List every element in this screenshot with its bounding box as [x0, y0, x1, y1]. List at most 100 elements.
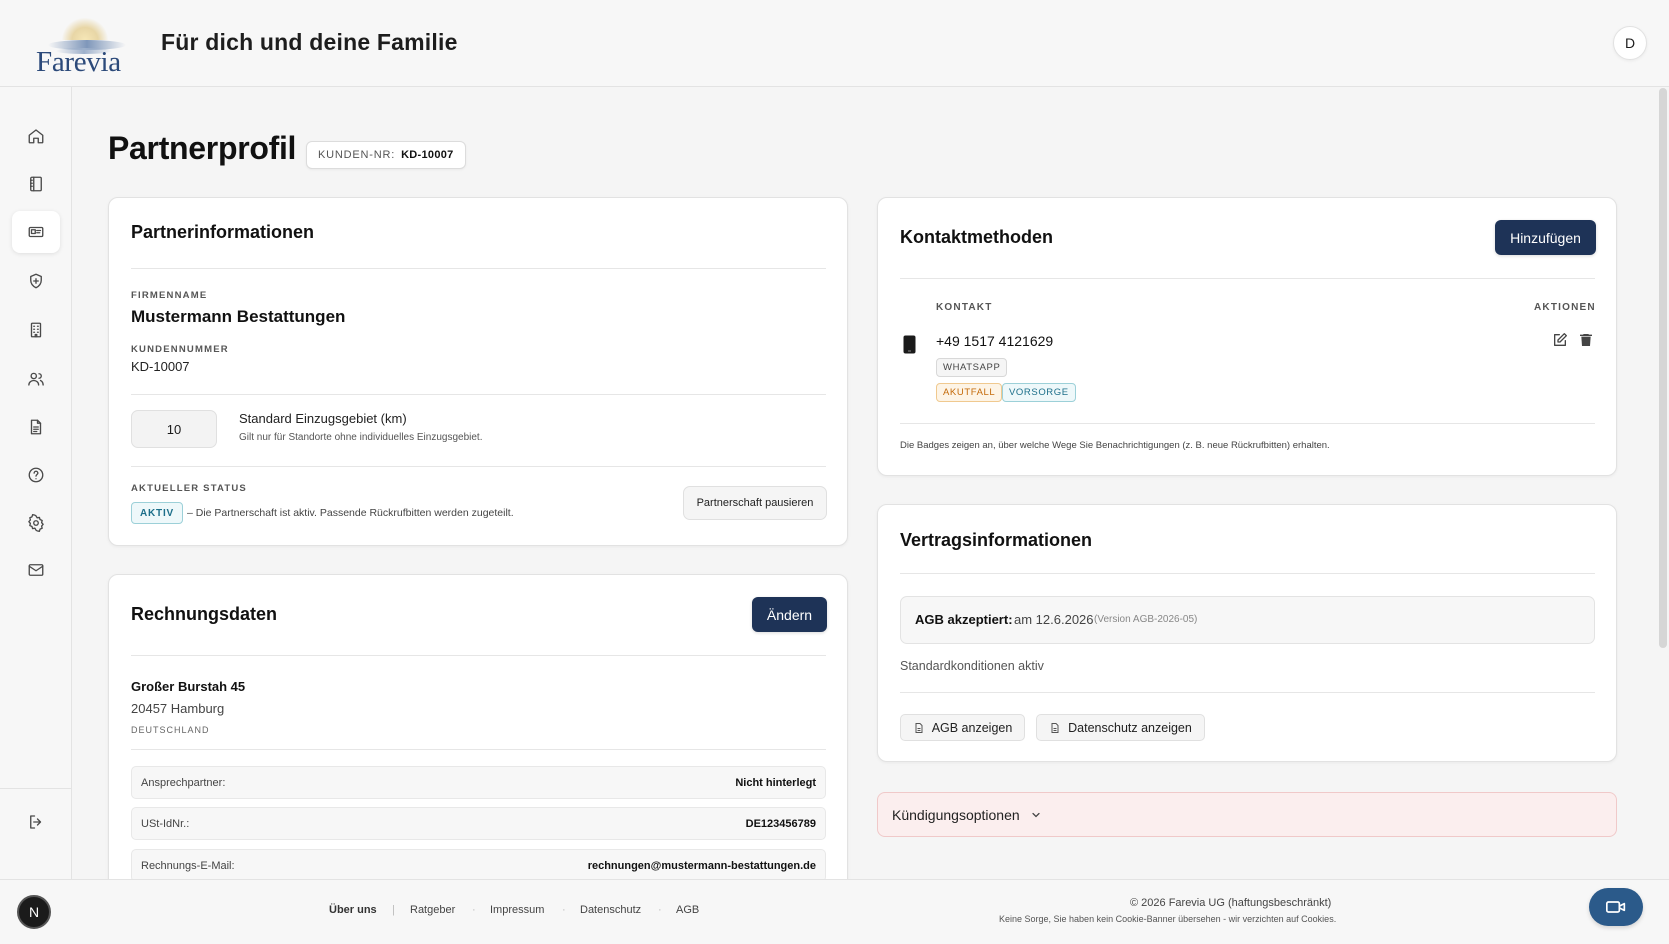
footer-separator: · — [472, 904, 476, 916]
id-card-icon — [28, 226, 44, 238]
sidebar-item-messages[interactable] — [12, 549, 60, 591]
billing-row-invoice-email: Rechnungs-E-Mail: rechnungen@mustermann-… — [131, 849, 826, 882]
company-name-value: Mustermann Bestattungen — [131, 307, 346, 326]
delete-contact-button[interactable] — [1578, 332, 1596, 350]
billing-row-value: DE123456789 — [745, 818, 816, 830]
partner-info-title: Partnerinformationen — [131, 222, 315, 242]
radius-input[interactable]: 10 — [131, 410, 217, 448]
sidebar-item-locations[interactable] — [12, 309, 60, 351]
tag-acute-case: AKUTFALL — [936, 383, 1003, 402]
radius-title: Standard Einzugsgebiet (km) — [239, 411, 407, 426]
show-privacy-label: Datenschutz anzeigen — [1068, 720, 1192, 735]
sidebar-item-settings[interactable] — [12, 502, 60, 544]
video-camera-icon — [1606, 901, 1626, 913]
logo-wordmark: Farevia — [36, 46, 121, 78]
footer: N Über uns | Ratgeber · Impressum · Date… — [0, 879, 1669, 944]
agb-accepted-label: AGB akzeptiert: — [915, 612, 1013, 627]
agb-version: (Version AGB-2026-05) — [1094, 614, 1198, 625]
sidebar-item-book[interactable] — [12, 163, 60, 205]
footer-separator: · — [658, 904, 662, 916]
agb-accepted-date: am 12.6.2026 — [1014, 612, 1094, 627]
billing-row-label: Ansprechpartner: — [141, 777, 226, 789]
footer-link-guide[interactable]: Ratgeber — [410, 904, 455, 916]
show-agb-label: AGB anzeigen — [931, 720, 1013, 735]
billing-street: Großer Burstah 45 — [131, 679, 246, 694]
sidebar-item-help[interactable] — [12, 454, 60, 496]
customer-number-value: KD-10007 — [131, 359, 190, 374]
tag-whatsapp: WHATSAPP — [936, 358, 1008, 377]
logo-sun-graphic — [62, 18, 108, 40]
contacts-column-actions: AKTIONEN — [1534, 302, 1596, 313]
shield-plus-icon — [30, 273, 42, 289]
billing-row-contact-person: Ansprechpartner: Nicht hinterlegt — [131, 766, 826, 799]
contract-divider-2 — [900, 692, 1595, 693]
contact-methods-title: Kontaktmethoden — [900, 227, 1053, 247]
termination-options-toggle[interactable]: Kündigungsoptionen — [877, 792, 1617, 837]
header-title: Für dich und deine Familie — [161, 29, 458, 55]
sidebar-item-partnerprofil[interactable] — [12, 211, 60, 253]
footer-separator: | — [392, 904, 395, 916]
footer-copyright: © 2026 Farevia UG (haftungsbeschränkt) — [1130, 897, 1332, 909]
app-header: Farevia Für dich und deine Familie D — [0, 0, 1669, 87]
footer-link-privacy[interactable]: Datenschutz — [580, 904, 641, 916]
video-call-button[interactable] — [1589, 888, 1643, 926]
company-name-label: FIRMENNAME — [131, 290, 208, 301]
status-label: AKTUELLER STATUS — [131, 483, 247, 494]
billing-country: DEUTSCHLAND — [131, 725, 210, 735]
billing-divider-2 — [131, 749, 826, 750]
customer-number-label: KUNDENNUMMER — [131, 344, 229, 355]
footer-link-agb[interactable]: AGB — [676, 904, 699, 916]
contacts-column-contact: KONTAKT — [936, 302, 993, 313]
contacts-divider-2 — [900, 423, 1595, 424]
edit-billing-button[interactable]: Ändern — [752, 597, 827, 632]
show-agb-button[interactable]: AGB anzeigen — [900, 714, 1025, 741]
farevia-logo[interactable]: Farevia — [30, 16, 130, 78]
footer-cookie-note: Keine Sorge, Sie haben kein Cookie-Banne… — [999, 914, 1337, 924]
billing-title: Rechnungsdaten — [131, 604, 278, 624]
partner-info-card: Partnerinformationen FIRMENNAME Musterma… — [108, 197, 848, 546]
sidebar-item-logout[interactable] — [12, 801, 60, 843]
logout-icon — [30, 815, 42, 829]
document-icon — [30, 419, 42, 435]
mobile-phone-icon — [903, 335, 916, 354]
sidebar-item-home[interactable] — [12, 115, 60, 157]
user-avatar[interactable]: D — [1613, 26, 1647, 60]
billing-row-vat-id: USt-IdNr.: DE123456789 — [131, 807, 826, 840]
n-badge[interactable]: N — [17, 895, 51, 929]
footer-link-imprint[interactable]: Impressum — [490, 904, 544, 916]
contract-info-title: Vertragsinformationen — [900, 530, 1093, 550]
partner-info-divider-2 — [131, 394, 826, 395]
standard-conditions-text: Standardkonditionen aktiv — [900, 659, 1044, 673]
contact-phone-number: +49 1517 4121629 — [936, 333, 1054, 349]
sidebar-item-protection[interactable] — [12, 260, 60, 302]
show-privacy-button[interactable]: Datenschutz anzeigen — [1036, 714, 1205, 741]
edit-icon — [1554, 333, 1567, 346]
page-title: Partnerprofil — [108, 130, 297, 166]
contract-divider-1 — [900, 573, 1595, 574]
sidebar-item-users[interactable] — [12, 358, 60, 400]
sidebar-item-documents[interactable] — [12, 406, 60, 448]
home-icon — [28, 129, 44, 144]
mail-icon — [28, 564, 44, 576]
billing-city: 20457 Hamburg — [131, 701, 225, 716]
sidebar — [0, 87, 72, 879]
customer-number-badge-label: KUNDEN-NR: — [318, 149, 396, 161]
footer-link-about[interactable]: Über uns — [329, 904, 377, 916]
gear-icon — [28, 514, 44, 532]
billing-row-label: USt-IdNr.: — [141, 818, 190, 830]
contacts-note: Die Badges zeigen an, über welche Wege S… — [900, 440, 1330, 451]
billing-divider-1 — [131, 655, 826, 656]
partner-info-divider-3 — [131, 466, 826, 467]
edit-contact-button[interactable] — [1552, 332, 1570, 350]
page-scrollbar[interactable] — [1659, 88, 1667, 648]
agb-acceptance-box: AGB akzeptiert: am 12.6.2026 (Version AG… — [900, 596, 1595, 644]
partner-info-divider-1 — [131, 268, 826, 269]
sidebar-divider — [0, 788, 71, 789]
billing-row-value: rechnungen@mustermann-bestattungen.de — [587, 860, 816, 872]
pause-partnership-button[interactable]: Partnerschaft pausieren — [683, 486, 827, 520]
book-icon — [30, 176, 42, 192]
customer-number-badge: KUNDEN-NR: KD-10007 — [306, 141, 466, 169]
termination-options-label: Kündigungsoptionen — [892, 806, 1020, 823]
add-contact-button[interactable]: Hinzufügen — [1495, 220, 1596, 255]
document-icon — [1051, 722, 1059, 733]
